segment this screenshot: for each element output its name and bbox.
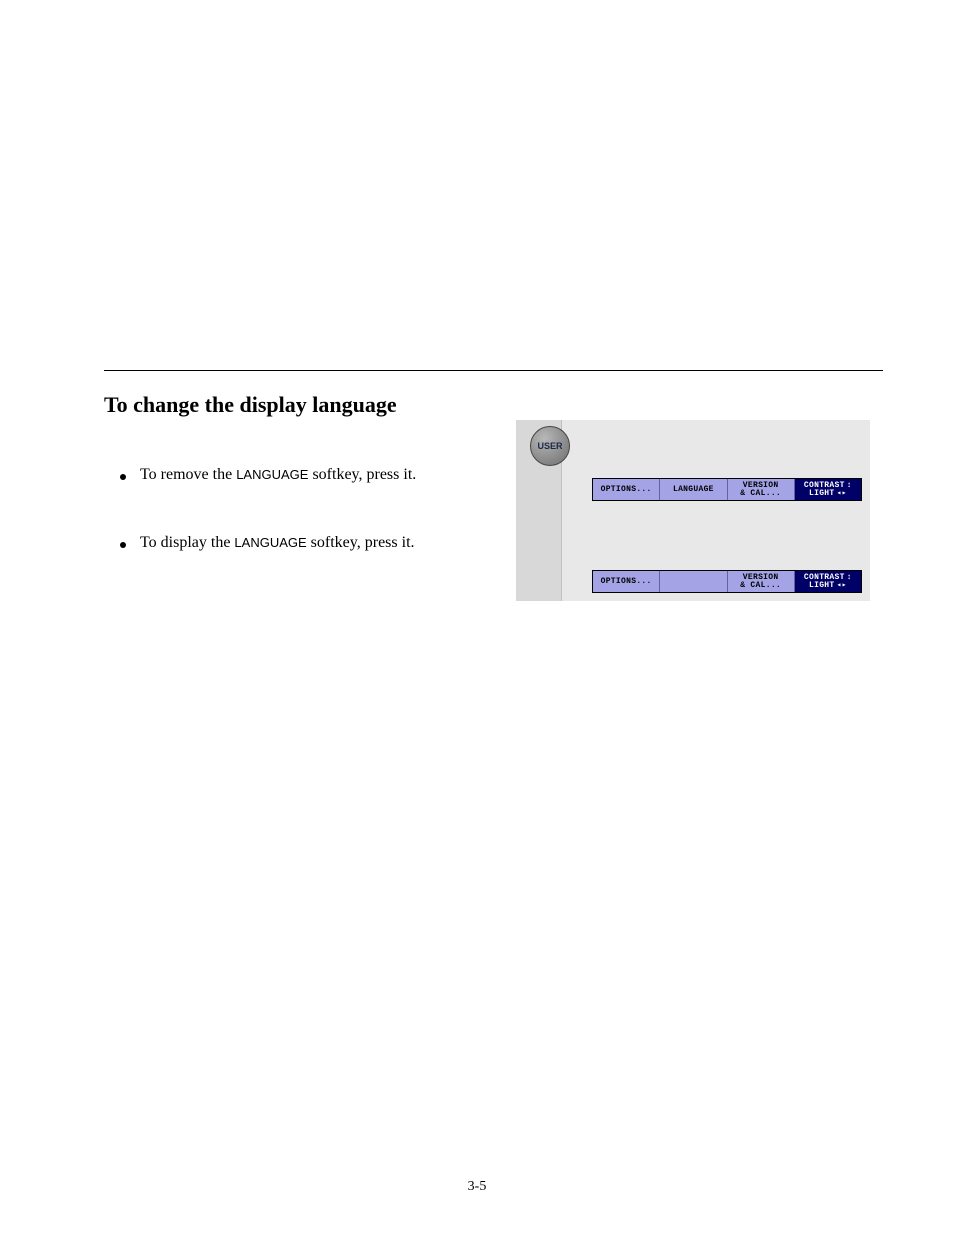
softkey-label-line2: & CAL... xyxy=(740,582,781,590)
left-right-arrow-icon: ◂▸ xyxy=(837,582,847,590)
softkey-label: OPTIONS... xyxy=(601,578,652,586)
device-panel: USER OPTIONS... LANGUAGE VERSION & CAL..… xyxy=(516,420,870,601)
softkey-name: LANGUAGE xyxy=(234,535,306,550)
bullet-text: To display the LANGUAGE softkey, press i… xyxy=(140,532,415,554)
bullet-text: To remove the LANGUAGE softkey, press it… xyxy=(140,464,416,486)
softkey-contrast-light[interactable]: CONTRAST↕ LIGHT◂▸ xyxy=(795,571,861,592)
bullet-text-suffix: softkey, press it. xyxy=(308,466,416,483)
bullet-text-prefix: To display the xyxy=(140,534,234,551)
user-button-label: USER xyxy=(537,441,562,451)
softkey-language[interactable]: LANGUAGE xyxy=(660,479,727,500)
bullet-icon xyxy=(120,474,126,480)
softkey-version-cal[interactable]: VERSION & CAL... xyxy=(728,571,795,592)
softkey-bar-after: OPTIONS... VERSION & CAL... CONTRAST↕ LI… xyxy=(592,570,862,593)
user-button[interactable]: USER xyxy=(530,426,570,466)
page-number: 3-5 xyxy=(0,1179,954,1195)
bullet-icon xyxy=(120,542,126,548)
softkey-label: OPTIONS... xyxy=(601,486,652,494)
softkey-label-line2: & CAL... xyxy=(740,490,781,498)
softkey-label-line2: LIGHT◂▸ xyxy=(809,582,847,590)
softkey-name: LANGUAGE xyxy=(236,467,308,482)
softkey-contrast-light[interactable]: CONTRAST↕ LIGHT◂▸ xyxy=(795,479,861,500)
list-item: To display the LANGUAGE softkey, press i… xyxy=(120,532,480,554)
softkey-label: LANGUAGE xyxy=(673,486,714,494)
up-down-arrow-icon: ↕ xyxy=(847,482,852,490)
bullet-text-suffix: softkey, press it. xyxy=(307,534,415,551)
up-down-arrow-icon: ↕ xyxy=(847,574,852,582)
bullet-list: To remove the LANGUAGE softkey, press it… xyxy=(120,464,480,599)
left-right-arrow-icon: ◂▸ xyxy=(837,490,847,498)
softkey-bar-before: OPTIONS... LANGUAGE VERSION & CAL... CON… xyxy=(592,478,862,501)
softkey-label-line2: LIGHT◂▸ xyxy=(809,490,847,498)
bullet-text-prefix: To remove the xyxy=(140,466,236,483)
section-heading: To change the display language xyxy=(104,392,397,418)
softkey-options[interactable]: OPTIONS... xyxy=(593,571,660,592)
list-item: To remove the LANGUAGE softkey, press it… xyxy=(120,464,480,486)
softkey-empty[interactable] xyxy=(660,571,727,592)
section-divider xyxy=(104,370,883,371)
softkey-version-cal[interactable]: VERSION & CAL... xyxy=(728,479,795,500)
softkey-options[interactable]: OPTIONS... xyxy=(593,479,660,500)
